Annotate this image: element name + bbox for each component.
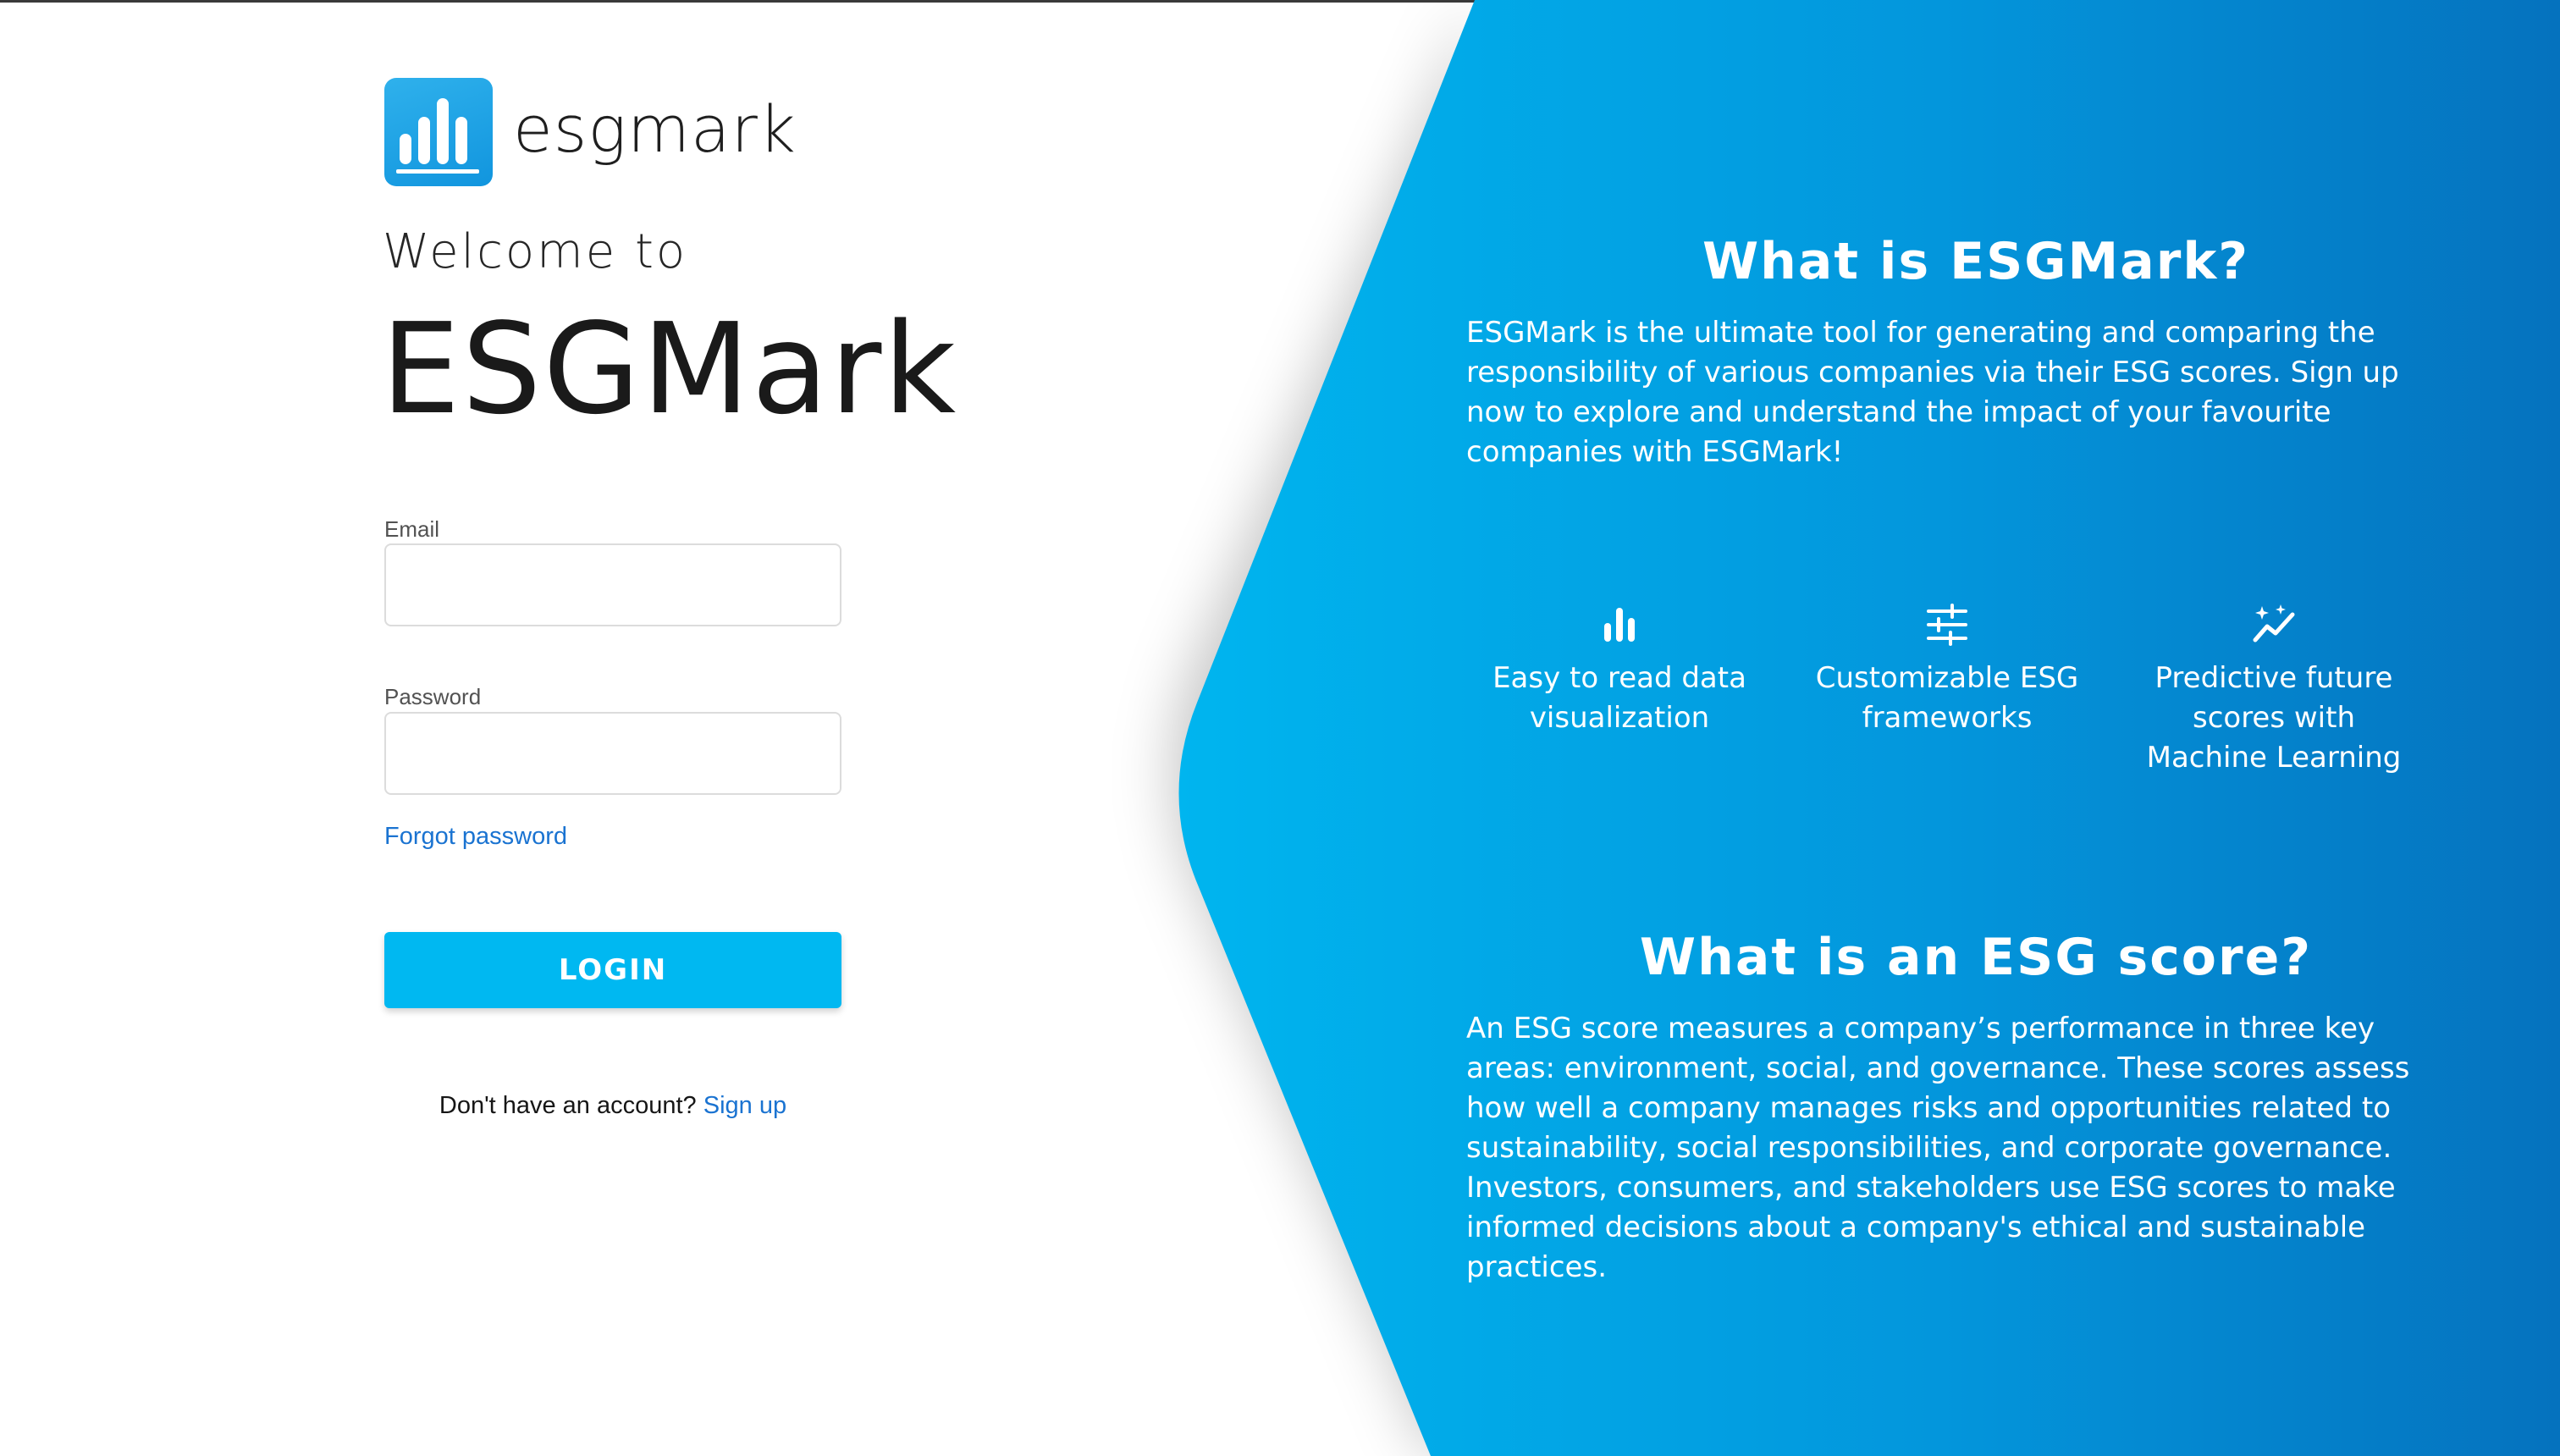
feature-label: Easy to read data visualization — [1492, 661, 1746, 735]
feature-label: Predictive future scores with Machine Le… — [2146, 661, 2402, 775]
feature-customizable-frameworks: Customizable ESG frameworks — [1807, 603, 2087, 738]
what-is-esg-score-heading: What is an ESG score? — [1639, 928, 2313, 987]
info-panel: What is ESGMark? ESGMark is the ultimate… — [0, 0, 2560, 1456]
what-is-esgmark-text: ESGMark is the ultimate tool for generat… — [1466, 316, 2399, 469]
feature-label: Customizable ESG frameworks — [1815, 661, 2079, 735]
bar-chart-icon — [1604, 608, 1635, 642]
what-is-esg-score-text: An ESG score measures a company’s perfor… — [1466, 1012, 2410, 1284]
feature-predictive-scores: Predictive future scores with Machine Le… — [2134, 603, 2414, 778]
sparkle-trend-icon — [2253, 604, 2295, 643]
feature-data-visualization: Easy to read data visualization — [1480, 603, 1759, 738]
what-is-esgmark-heading: What is ESGMark? — [1702, 232, 2250, 291]
sliders-icon — [1927, 604, 1967, 646]
